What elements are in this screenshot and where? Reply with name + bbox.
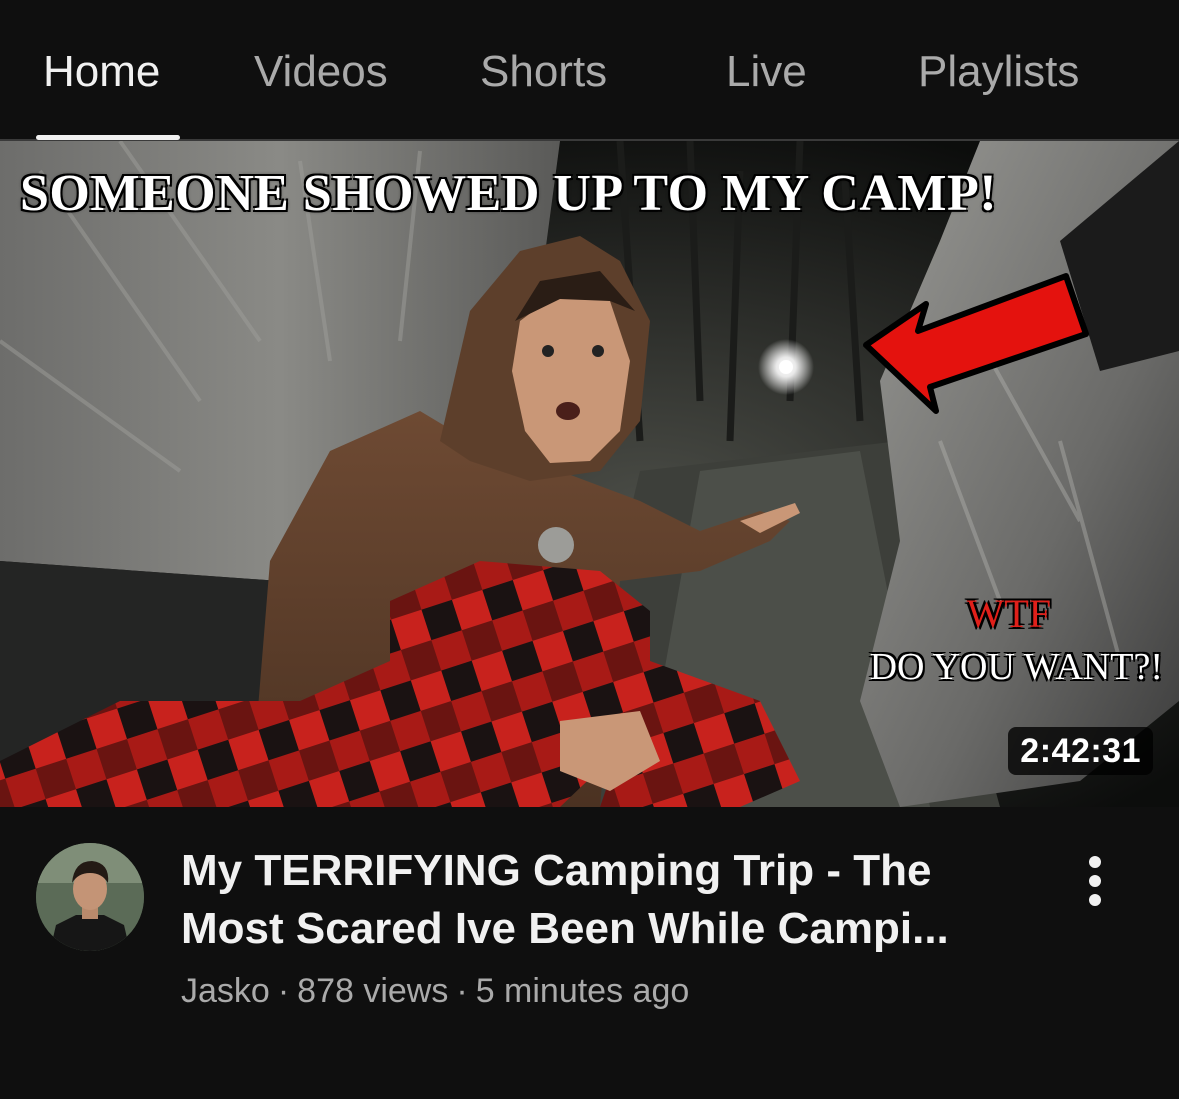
view-count: 878 views [297,972,449,1010]
channel-page: Home Videos Shorts Live Playlists SOMEON… [0,0,1179,1099]
thumbnail-caption-red: WTF [966,591,1051,636]
meta-separator: · [277,972,290,1010]
channel-name[interactable]: Jasko [181,972,270,1010]
tab-playlists[interactable]: Playlists [918,44,1079,100]
meta-separator: · [456,972,468,1010]
upload-age: 5 minutes ago [475,972,690,1010]
tab-home[interactable]: Home [43,44,160,100]
video-duration-badge: 2:42:31 [1008,727,1153,775]
avatar-image [36,843,144,951]
thumbnail-image [0,141,1179,807]
video-title-line-1: My TERRIFYING Camping Trip - The [181,846,932,895]
channel-tab-bar: Home Videos Shorts Live Playlists [0,0,1179,141]
active-tab-indicator [36,135,180,140]
more-options-button[interactable] [1070,846,1120,916]
thumbnail-headline: SOMEONE SHOWED UP TO MY CAMP! [20,165,998,222]
channel-avatar[interactable] [36,843,144,951]
video-title[interactable]: My TERRIFYING Camping Trip - The Most Sc… [181,842,1041,958]
video-title-line-2: Most Scared Ive Been While Campi... [181,904,949,953]
tab-live[interactable]: Live [726,44,807,100]
video-metadata: Jasko · 878 views · 5 minutes ago [181,969,689,1013]
thumbnail-caption-white: DO YOU WANT?! [869,646,1163,688]
tab-videos[interactable]: Videos [254,44,388,100]
video-thumbnail[interactable]: SOMEONE SHOWED UP TO MY CAMP! WTF DO YOU… [0,141,1179,807]
tab-shorts[interactable]: Shorts [480,44,607,100]
